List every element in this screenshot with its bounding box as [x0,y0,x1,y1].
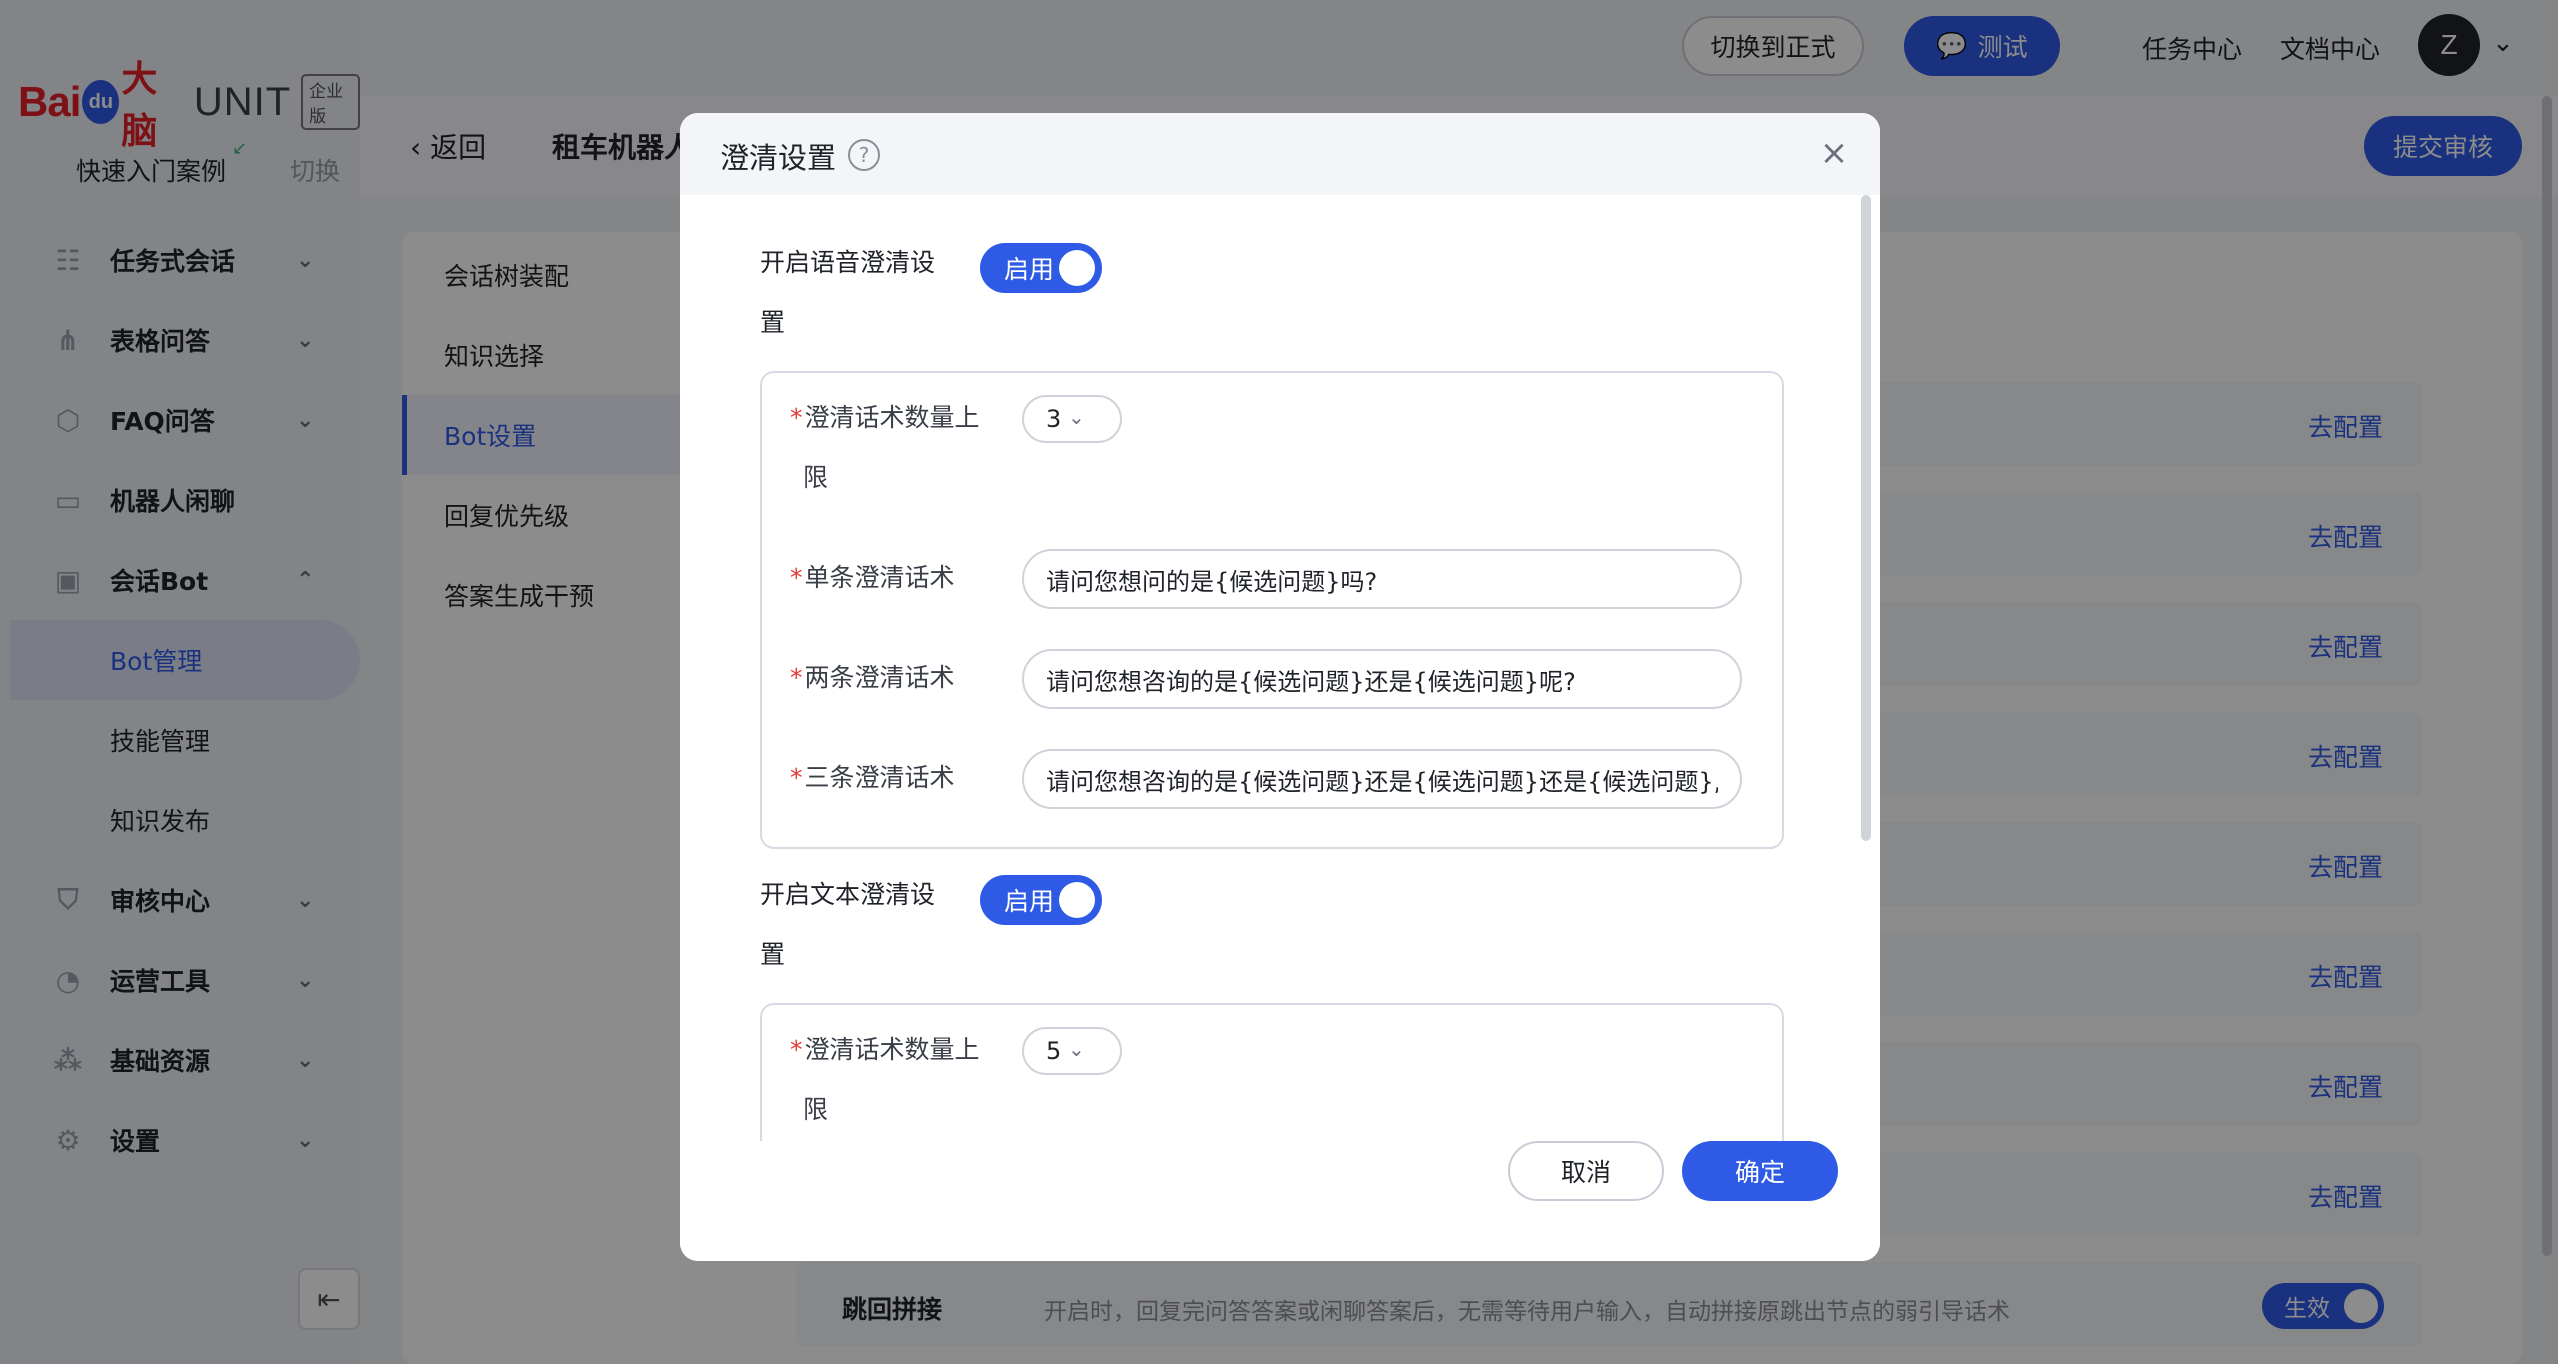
text-clarify-label: 开启文本澄清设 [760,880,936,909]
toggle-knob [1059,250,1095,286]
confirm-button[interactable]: 确定 [1682,1141,1838,1201]
voice-count-select[interactable]: 3 ⌄ [1022,395,1122,443]
modal-title: 澄清设置 [720,141,837,175]
voice-clarify-label: 开启语音澄清设 [760,248,936,277]
field-label-text: 两条澄清话术 [804,663,955,692]
close-icon[interactable]: × [1814,133,1854,173]
field-label-text: 澄清话术数量上 [804,403,980,432]
clarify-settings-modal: 澄清设置 ? × 开启语音澄清设 置 启用 *澄清话术数量上 限 3 ⌄ *单条… [680,113,1880,1261]
field-label-text: 单条澄清话术 [804,563,955,592]
required-mark: * [790,763,803,792]
text-count-label: *澄清话术数量上 [790,1020,980,1080]
toggle-label: 启用 [1004,255,1055,284]
help-icon[interactable]: ? [848,139,880,171]
text-count-label-cont: 限 [803,1095,829,1124]
triple-clarify-label: *三条澄清话术 [790,748,955,808]
text-count-select[interactable]: 5 ⌄ [1022,1027,1122,1075]
single-clarify-label: *单条澄清话术 [790,548,955,608]
modal-footer: 取消 确定 [680,1141,1880,1261]
required-mark: * [790,663,803,692]
text-clarify-toggle[interactable]: 启用 [980,875,1102,925]
cancel-button[interactable]: 取消 [1508,1141,1664,1201]
toggle-knob [1059,882,1095,918]
voice-clarify-toggle[interactable]: 启用 [980,243,1102,293]
required-mark: * [790,563,803,592]
modal-header: 澄清设置 ? × [680,113,1880,195]
select-value: 3 [1046,405,1062,433]
voice-count-label-cont: 限 [803,463,829,492]
chevron-down-icon: ⌄ [1068,405,1085,429]
select-value: 5 [1046,1037,1062,1065]
toggle-label: 启用 [1004,887,1055,916]
triple-clarify-input[interactable] [1022,749,1742,809]
double-clarify-input[interactable] [1022,649,1742,709]
required-mark: * [790,403,803,432]
field-label-text: 三条澄清话术 [804,763,955,792]
required-mark: * [790,1035,803,1064]
field-label-text: 澄清话术数量上 [804,1035,980,1064]
modal-scrollbar[interactable] [1861,195,1871,841]
voice-clarify-label-cont: 置 [760,308,786,337]
text-clarify-label-cont: 置 [760,940,786,969]
voice-count-label: *澄清话术数量上 [790,388,980,448]
double-clarify-label: *两条澄清话术 [790,648,955,708]
chevron-down-icon: ⌄ [1068,1037,1085,1061]
single-clarify-input[interactable] [1022,549,1742,609]
